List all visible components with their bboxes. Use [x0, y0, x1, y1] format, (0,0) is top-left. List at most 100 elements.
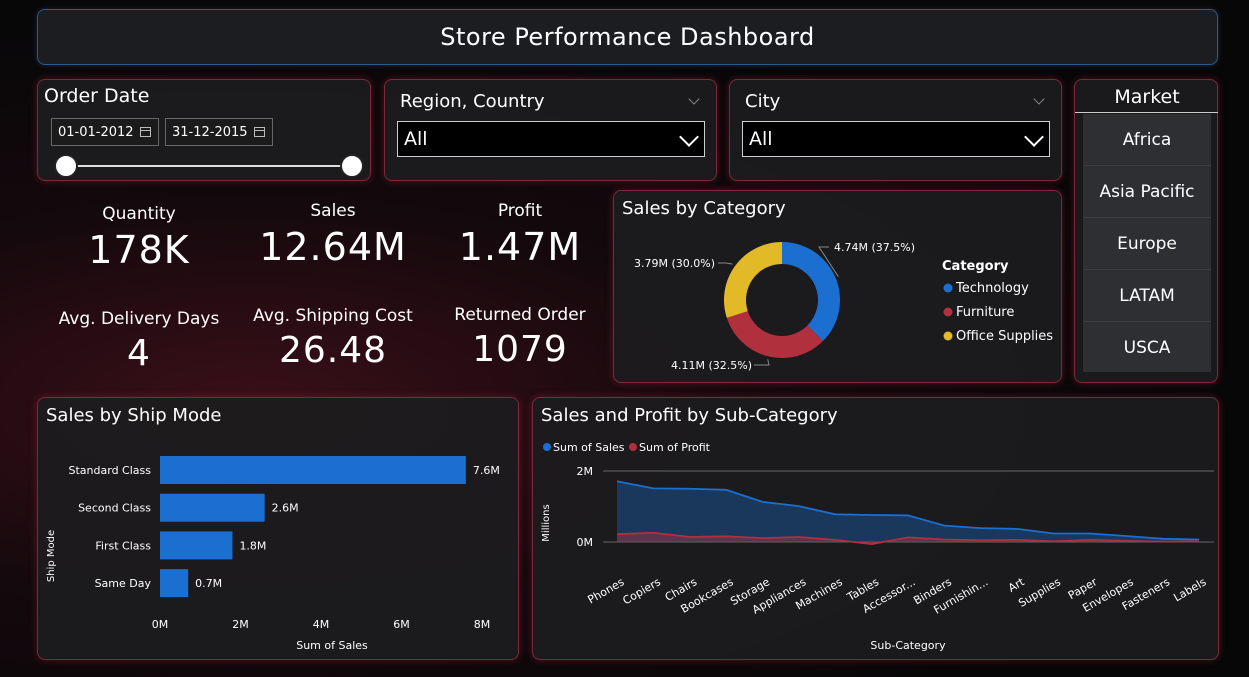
tick-label: 8M — [474, 618, 491, 631]
bar[interactable] — [160, 456, 466, 484]
kpi-avg-delivery-days: Avg. Delivery Days 4 — [44, 309, 234, 374]
end-date-value: 31-12-2015 — [172, 124, 248, 140]
divider — [1075, 112, 1218, 113]
donut-slice-furniture[interactable] — [726, 311, 824, 358]
dashboard-title-bar: Store Performance Dashboard — [37, 9, 1218, 65]
start-date-value: 01-01-2012 — [58, 124, 134, 140]
tick-label: Phones — [586, 575, 627, 606]
tick-label: 2M — [232, 618, 249, 631]
y-axis-label: Millions — [541, 504, 552, 541]
order-date-slicer: Order Date 01-01-2012 31-12-2015 — [37, 79, 371, 181]
market-list: Africa Asia Pacific Europe LATAM USCA — [1083, 114, 1211, 372]
market-slicer: Market Africa Asia Pacific Europe LATAM … — [1074, 79, 1218, 383]
sales-by-category-panel: Sales by Category 4.74M (37.5%) 4.11M (32… — [613, 190, 1062, 383]
market-item-usca[interactable]: USCA — [1083, 322, 1211, 374]
market-item-latam[interactable]: LATAM — [1083, 270, 1211, 322]
data-label: 1.8M — [239, 539, 266, 552]
subcategory-area-chart: Sum of Sales Sum of Profit Millions Sub-C… — [541, 441, 1214, 652]
area-fill — [617, 481, 1199, 542]
sales-by-ship-mode-panel: Sales by Ship Mode Ship Mode Sum of Sale… — [37, 397, 519, 660]
legend-marker — [629, 443, 637, 451]
sales-profit-subcategory-panel: Sales and Profit by Sub-Category Sum of … — [532, 397, 1219, 660]
region-country-value: All — [404, 128, 428, 150]
x-axis-label: Sub-Category — [870, 639, 946, 652]
city-value: All — [749, 128, 773, 150]
city-dropdown[interactable]: All — [742, 121, 1050, 157]
tick-label: Art — [1006, 575, 1027, 595]
region-country-slicer: Region, Country All — [384, 79, 717, 181]
kpi-sales: Sales 12.64M — [238, 201, 428, 269]
end-date-input[interactable]: 31-12-2015 — [165, 118, 273, 146]
donut-slice-office-supplies[interactable] — [724, 242, 782, 318]
tick-label: Copiers — [620, 575, 663, 607]
category-label: Standard Class — [69, 464, 152, 477]
start-date-input[interactable]: 01-01-2012 — [51, 118, 159, 146]
calendar-icon[interactable] — [139, 127, 151, 137]
tick-label: 0M — [152, 618, 169, 631]
tick-label: Labels — [1171, 575, 1208, 604]
legend-marker — [943, 331, 953, 341]
data-label: 4.11M (32.5%) — [671, 359, 752, 372]
legend-marker — [543, 443, 551, 451]
kpi-quantity: Quantity 178K — [44, 204, 234, 272]
calendar-icon[interactable] — [253, 127, 265, 137]
donut-slice-technology[interactable] — [782, 242, 840, 342]
legend-item[interactable]: Technology — [955, 281, 1029, 296]
chevron-down-icon[interactable] — [688, 93, 700, 105]
bar[interactable] — [160, 569, 189, 598]
bar[interactable] — [160, 493, 265, 522]
x-axis-label: Sum of Sales — [296, 639, 368, 652]
market-item-europe[interactable]: Europe — [1083, 218, 1211, 270]
leader-line — [754, 359, 770, 366]
bar[interactable] — [160, 531, 233, 560]
legend-item[interactable]: Office Supplies — [956, 329, 1053, 344]
legend-item[interactable]: Sum of Profit — [639, 441, 711, 454]
donut-chart: 4.74M (37.5%)4.11M (32.5%)3.79M (30.0%) … — [634, 241, 1053, 372]
legend-item[interactable]: Sum of Sales — [553, 441, 625, 454]
kpi-value: 1079 — [472, 329, 568, 370]
category-label: Same Day — [95, 577, 152, 590]
chevron-down-icon[interactable] — [1033, 93, 1045, 105]
legend-marker — [943, 283, 953, 293]
kpi-value: 1.47M — [458, 225, 582, 269]
kpi-label: Avg. Delivery Days — [58, 309, 220, 329]
chevron-down-icon[interactable] — [679, 127, 699, 147]
market-item-africa[interactable]: Africa — [1083, 114, 1211, 166]
kpi-value: 12.64M — [259, 225, 407, 269]
kpi-returned-order: Returned Order 1079 — [425, 305, 615, 370]
kpi-value: 4 — [127, 333, 151, 374]
y-axis-label: Ship Mode — [46, 530, 57, 582]
kpi-label: Quantity — [102, 204, 176, 224]
market-item-asia-pacific[interactable]: Asia Pacific — [1083, 166, 1211, 218]
ship-mode-bar-chart: Ship Mode Sum of Sales Standard Class 7.6… — [46, 456, 500, 652]
kpi-label: Avg. Shipping Cost — [253, 306, 413, 326]
kpi-value: 178K — [88, 228, 190, 272]
date-range-start-handle[interactable] — [54, 154, 78, 178]
kpi-label: Returned Order — [454, 305, 586, 325]
kpi-avg-shipping-cost: Avg. Shipping Cost 26.48 — [238, 306, 428, 371]
city-title: City — [745, 91, 781, 112]
region-country-title: Region, Country — [400, 91, 545, 112]
tick-label: 0M — [577, 536, 594, 549]
legend-title: Category — [942, 259, 1009, 274]
kpi-label: Sales — [310, 201, 356, 221]
leader-line — [718, 262, 733, 265]
date-range-end-handle[interactable] — [340, 154, 364, 178]
category-label: Second Class — [78, 502, 151, 515]
category-label: First Class — [95, 539, 151, 552]
tick-label: Supplies — [1016, 575, 1063, 610]
tick-label: 6M — [393, 618, 410, 631]
market-title: Market — [1114, 86, 1180, 108]
legend-item[interactable]: Furniture — [956, 305, 1014, 320]
kpi-label: Profit — [497, 201, 543, 221]
region-country-dropdown[interactable]: All — [397, 121, 705, 157]
tick-label: 2M — [577, 465, 594, 478]
data-label: 4.74M (37.5%) — [834, 241, 915, 254]
chevron-down-icon[interactable] — [1024, 127, 1044, 147]
kpi-profit: Profit 1.47M — [425, 201, 615, 269]
city-slicer: City All — [729, 79, 1062, 181]
legend-marker — [943, 307, 953, 317]
order-date-title: Order Date — [44, 85, 150, 107]
date-range-slider-track[interactable] — [66, 165, 350, 167]
data-label: 2.6M — [272, 502, 299, 515]
